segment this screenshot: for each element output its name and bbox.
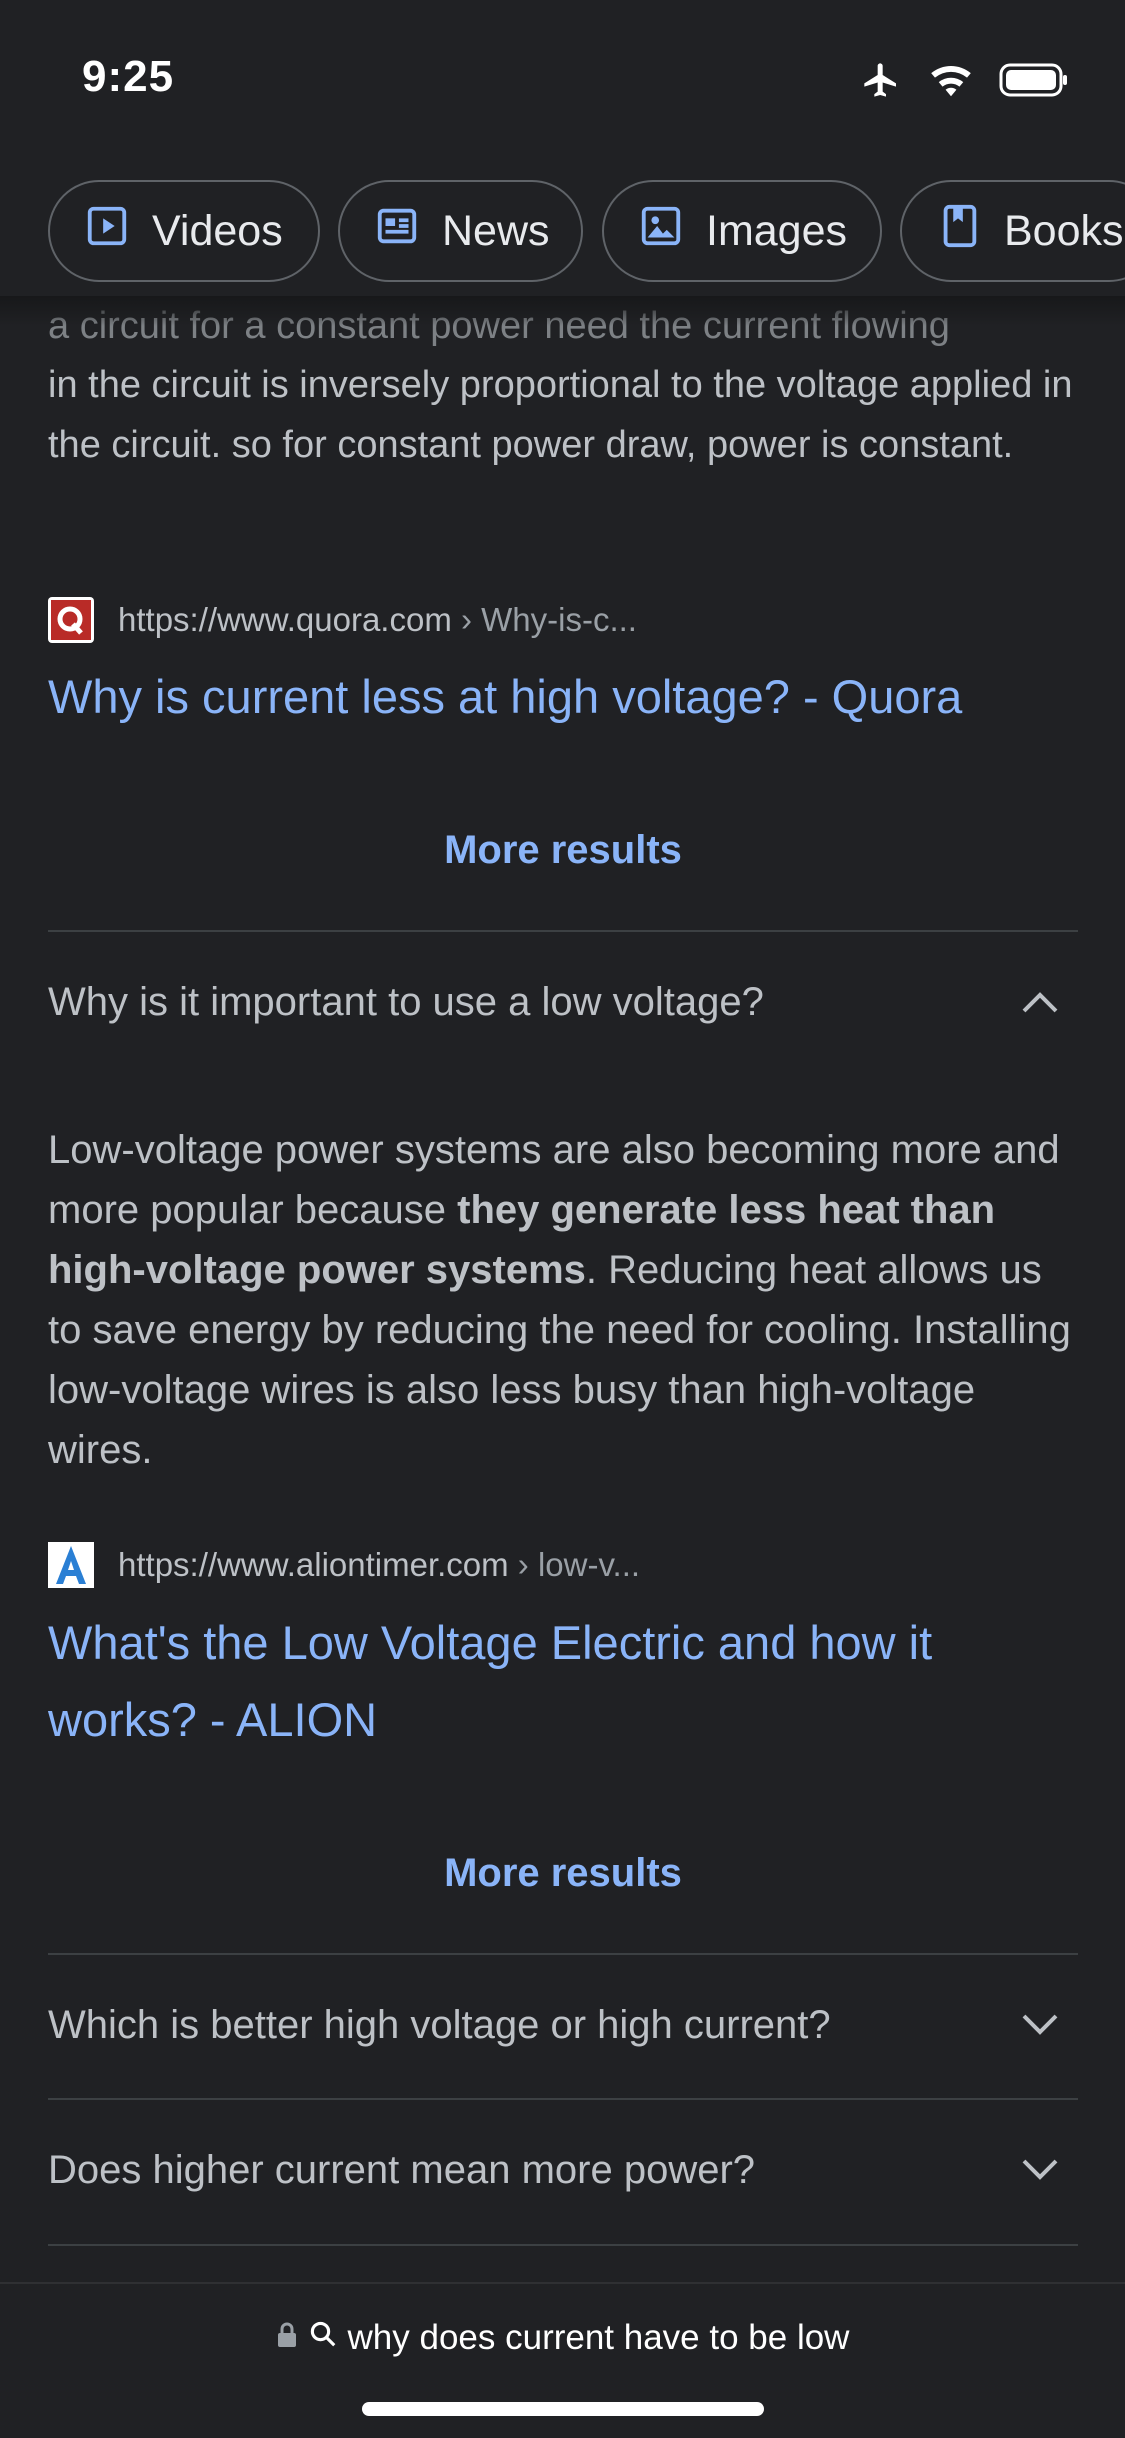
source-url: https://www.quora.com [118, 601, 452, 638]
chevron-down-icon [1020, 2003, 1060, 2048]
wifi-icon [929, 62, 973, 103]
home-indicator[interactable] [362, 2402, 764, 2416]
question-collapsed[interactable]: Does higher current mean more power? [48, 2148, 1078, 2193]
source-url: https://www.aliontimer.com [118, 1546, 509, 1583]
chip-row-shadow [0, 296, 1125, 326]
book-icon [936, 203, 982, 260]
chip-videos[interactable]: Videos [48, 180, 320, 282]
answer-text: Low-voltage power systems are also becom… [48, 1120, 1078, 1480]
chip-images[interactable]: Images [602, 180, 882, 282]
browser-bottom-bar: why does current have to be low [0, 2282, 1125, 2438]
status-time: 9:25 [82, 52, 175, 101]
divider [48, 2244, 1078, 2246]
question-text: Does higher current mean more power? [48, 2148, 756, 2192]
status-icons [859, 60, 1069, 105]
quora-favicon-icon [48, 597, 94, 643]
chevron-down-icon [1020, 2148, 1060, 2193]
chevron-up-icon [1020, 980, 1060, 1025]
question-expanded[interactable]: Why is it important to use a low voltage… [48, 980, 1078, 1025]
status-bar: 9:25 [0, 0, 1125, 160]
chip-videos-label: Videos [152, 206, 283, 255]
address-text: why does current have to be low [347, 2318, 850, 2357]
source-path: › Why-is-c... [451, 601, 637, 638]
chip-news-label: News [442, 206, 550, 255]
question-collapsed[interactable]: Which is better high voltage or high cur… [48, 2003, 1078, 2048]
address-bar[interactable]: why does current have to be low [0, 2318, 1125, 2358]
video-play-icon [84, 203, 130, 260]
source-row-quora[interactable]: https://www.quora.com › Why-is-c... [48, 597, 637, 643]
newspaper-icon [374, 203, 420, 260]
lock-icon [276, 2318, 298, 2358]
search-icon [308, 2318, 338, 2358]
alion-favicon-icon [48, 1542, 94, 1588]
divider [48, 1953, 1078, 1955]
chip-books[interactable]: Books [900, 180, 1125, 282]
image-icon [638, 203, 684, 260]
answer-snippet: in the circuit is inversely proportional… [48, 364, 1073, 466]
source-path: › low-v... [508, 1546, 641, 1583]
divider [48, 2098, 1078, 2100]
result-link-quora[interactable]: Why is current less at high voltage? - Q… [48, 658, 1078, 735]
airplane-mode-icon [859, 60, 903, 105]
chip-books-label: Books [1004, 206, 1124, 255]
chip-news[interactable]: News [338, 180, 583, 282]
more-results-button[interactable]: More results [48, 828, 1078, 873]
question-text: Why is it important to use a low voltage… [48, 980, 764, 1024]
filter-chip-row: Videos News Images Books [0, 178, 1125, 296]
divider [48, 930, 1078, 932]
source-row-alion[interactable]: https://www.aliontimer.com › low-v... [48, 1542, 640, 1588]
more-results-button[interactable]: More results [48, 1851, 1078, 1896]
chip-images-label: Images [706, 206, 848, 255]
question-text: Which is better high voltage or high cur… [48, 2003, 831, 2047]
battery-icon [999, 61, 1069, 104]
result-link-alion[interactable]: What's the Low Voltage Electric and how … [48, 1604, 1078, 1758]
